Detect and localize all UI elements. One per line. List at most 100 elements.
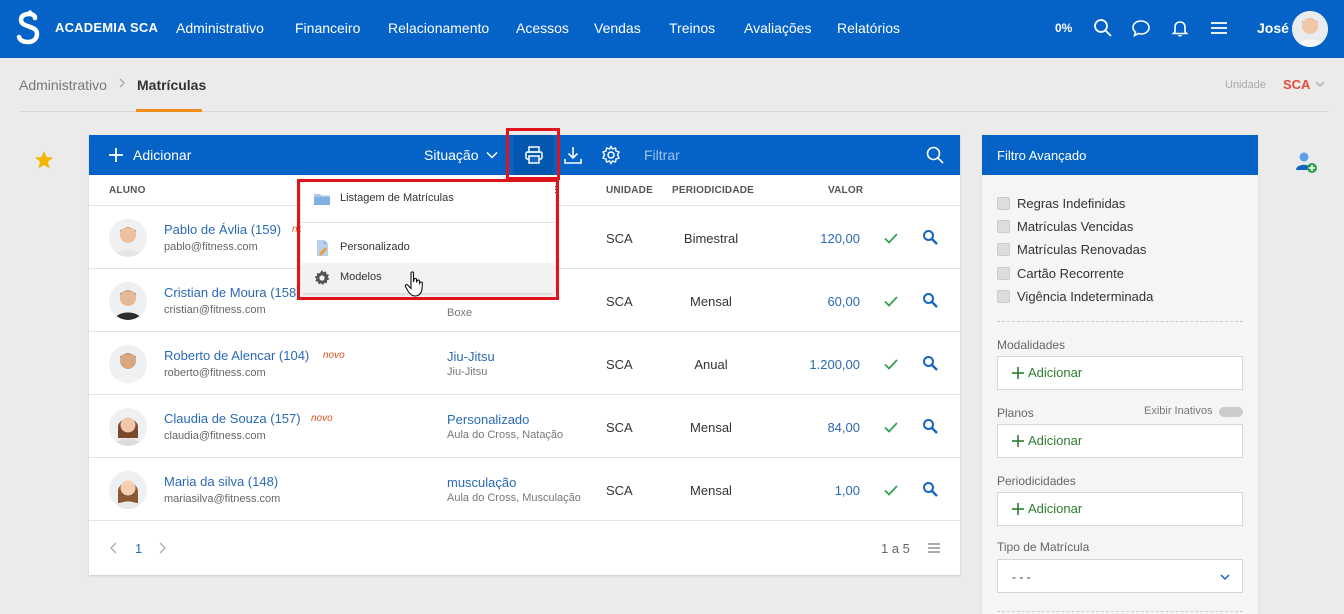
column-header-aluno[interactable]: ALUNO [109,185,146,196]
user-avatar[interactable] [1292,11,1328,47]
menu-item-listagem[interactable]: Listagem de Matrículas [301,184,555,214]
unit-selector-value[interactable]: SCA [1283,77,1310,92]
checkbox-label[interactable]: Matrículas Vencidas [1017,219,1133,234]
add-modalidade-button[interactable]: Adicionar [997,356,1243,390]
column-header-valor[interactable]: VALOR [828,185,863,196]
row-modality[interactable]: Personalizado [447,412,529,427]
chevron-left-icon[interactable] [109,542,119,554]
row-periodicity: Bimestral [683,231,739,246]
checkbox-label[interactable]: Matrículas Renovadas [1017,242,1146,257]
printer-icon [525,146,543,164]
chevron-down-icon[interactable] [486,149,498,161]
row-periodicity: Mensal [690,294,732,309]
list-menu-icon[interactable] [927,542,941,554]
settings-gear-icon[interactable] [601,145,621,165]
checkbox[interactable] [997,267,1010,280]
menu-item-label: Modelos [340,271,382,283]
checkbox[interactable] [997,220,1010,233]
table-row[interactable]: Claudia de Souza (157) novo claudia@fitn… [89,395,960,458]
row-unit: SCA [606,294,633,309]
exibir-inativos-toggle[interactable] [1219,407,1243,417]
column-header-unidade[interactable]: UNIDADE [606,185,653,196]
bell-icon[interactable] [1170,18,1190,38]
avatar [109,471,147,509]
checkbox-label[interactable]: Cartão Recorrente [1017,266,1124,281]
view-details-icon[interactable] [922,229,938,245]
view-details-icon[interactable] [922,355,938,371]
panel-title: Filtro Avançado [997,148,1087,163]
table-row[interactable]: Roberto de Alencar (104) novo roberto@fi… [89,332,960,395]
student-name[interactable]: Claudia de Souza (157) [164,411,301,426]
row-periodicity: Mensal [690,420,732,435]
row-value: 120,00 [820,231,860,246]
print-button[interactable] [514,135,554,175]
search-icon[interactable] [925,145,945,165]
view-details-icon[interactable] [922,481,938,497]
filter-input[interactable] [644,143,914,167]
row-modality[interactable]: Jiu-Jitsu [447,349,495,364]
checkbox[interactable] [997,243,1010,256]
student-name[interactable]: Roberto de Alencar (104) [164,348,309,363]
row-value: 60,00 [827,294,860,309]
checkbox-label[interactable]: Vigência Indeterminada [1017,289,1153,304]
plus-icon[interactable] [109,148,123,162]
checkbox[interactable] [997,290,1010,303]
tipo-matricula-select[interactable]: - - - [997,559,1243,593]
menu-item-modelos[interactable]: Modelos [301,263,555,293]
situation-dropdown[interactable]: Situação [424,147,478,163]
check-icon [884,485,898,496]
breadcrumb-parent[interactable]: Administrativo [19,77,107,93]
chevron-down-icon[interactable] [1315,79,1325,89]
row-modality[interactable]: musculação [447,475,516,490]
nav-relacionamento[interactable]: Relacionamento [388,20,489,36]
add-plano-button[interactable]: Adicionar [997,424,1243,458]
add-user-icon[interactable] [1294,150,1318,174]
menu-icon[interactable] [1209,18,1229,38]
favorite-star-icon[interactable] [34,150,54,170]
student-name[interactable]: Pablo de Ávlia (159) [164,222,281,237]
nav-financeiro[interactable]: Financeiro [295,20,360,36]
nav-acessos[interactable]: Acessos [516,20,569,36]
row-value: 84,00 [827,420,860,435]
view-details-icon[interactable] [922,418,938,434]
user-name[interactable]: José [1257,20,1289,36]
pagination-page[interactable]: 1 [135,541,142,556]
student-name[interactable]: Cristian de Moura (158) [164,285,301,300]
panel-header: Filtro Avançado [982,135,1258,175]
chat-icon[interactable] [1131,18,1151,38]
breadcrumb: Administrativo Matrículas Unidade SCA [19,58,1329,112]
avatar [109,282,147,320]
plus-icon [1012,435,1024,447]
column-header-periodicidade[interactable]: PERIODICIDADE [672,185,754,196]
add-periodicidade-button[interactable]: Adicionar [997,492,1243,526]
nav-avaliacoes[interactable]: Avaliações [744,20,811,36]
breadcrumb-current: Matrículas [137,77,207,93]
menu-item-personalizado[interactable]: Personalizado [301,233,555,263]
check-icon [884,296,898,307]
view-details-icon[interactable] [922,292,938,308]
select-value: - - - [1012,570,1031,584]
nav-administrativo[interactable]: Administrativo [176,20,264,36]
search-icon[interactable] [1093,18,1113,38]
nav-relatorios[interactable]: Relatórios [837,20,900,36]
student-email: pablo@fitness.com [164,241,258,253]
percent-indicator[interactable]: 0% [1055,21,1072,35]
download-icon[interactable] [563,145,583,165]
student-email: cristian@fitness.com [164,304,266,316]
avatar [109,408,147,446]
student-name[interactable]: Maria da silva (148) [164,474,278,489]
table-row[interactable]: Maria da silva (148) mariasilva@fitness.… [89,458,960,521]
nav-treinos[interactable]: Treinos [669,20,715,36]
tipo-matricula-label: Tipo de Matrícula [997,540,1090,554]
add-button[interactable]: Adicionar [133,147,191,163]
logo-icon[interactable] [16,10,42,46]
document-icon [317,240,328,256]
breadcrumb-active-underline [136,109,202,112]
chevron-right-icon[interactable] [157,542,167,554]
check-icon [884,422,898,433]
planos-label: Planos [997,406,1034,420]
checkbox-label[interactable]: Regras Indefinidas [1017,196,1125,211]
checkbox[interactable] [997,197,1010,210]
nav-vendas[interactable]: Vendas [594,20,641,36]
row-value: 1.200,00 [809,357,860,372]
